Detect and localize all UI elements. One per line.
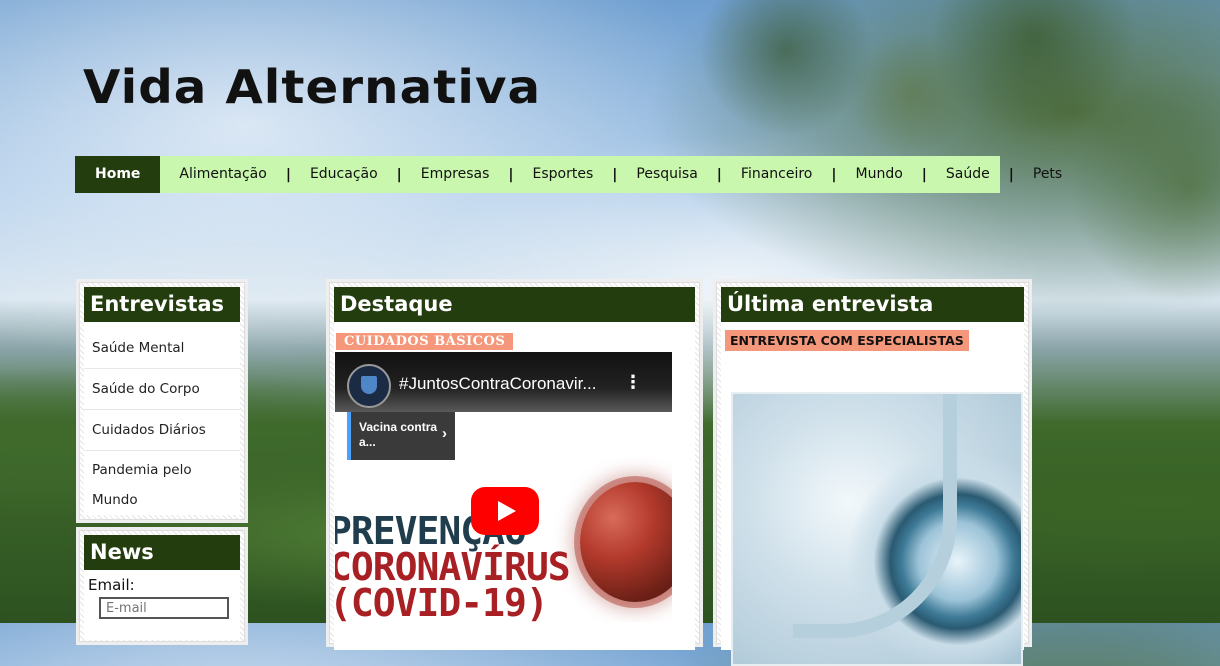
news-body: Email:	[84, 570, 240, 640]
nav-item-saude[interactable]: Saúde	[927, 156, 1009, 193]
ultima-entrevista-panel: Última entrevista ENTREVISTA COM ESPECIA…	[716, 282, 1029, 666]
destaque-tag: CUIDADOS BÁSICOS	[336, 333, 514, 350]
nav-item-empresas[interactable]: Empresas	[402, 156, 509, 193]
thumb-line-3: (COVID-19)	[335, 581, 549, 622]
email-field[interactable]	[99, 597, 229, 619]
site-title: Vida Alternativa	[83, 60, 542, 114]
link-cuidados-diarios[interactable]: Cuidados Diários	[84, 410, 240, 451]
destaque-title: Destaque	[334, 287, 695, 322]
entrevistas-list: Saúde Mental Saúde do Corpo Cuidados Diá…	[84, 322, 240, 515]
nav-item-pesquisa[interactable]: Pesquisa	[617, 156, 716, 193]
entrevistas-panel: Entrevistas Saúde Mental Saúde do Corpo …	[79, 282, 245, 520]
ultima-entrevista-title: Última entrevista	[721, 287, 1024, 322]
nav-item-pets[interactable]: Pets	[1014, 156, 1081, 193]
email-label: Email:	[88, 576, 135, 594]
nav-item-alimentacao[interactable]: Alimentação	[160, 156, 285, 193]
entrevistas-title: Entrevistas	[84, 287, 240, 322]
stethoscope-tube	[793, 394, 957, 638]
main-nav: Home Alimentação | Educação | Empresas |…	[75, 156, 1062, 193]
video-embed[interactable]: PREVENÇÃO CORONAVÍRUS (COVID-19) #Juntos…	[335, 352, 672, 622]
link-saude-mental[interactable]: Saúde Mental	[84, 328, 240, 369]
nav-item-home[interactable]: Home	[75, 156, 161, 193]
nav-item-mundo[interactable]: Mundo	[837, 156, 922, 193]
kebab-menu-icon[interactable]: ⋮	[624, 372, 642, 393]
nav-item-financeiro[interactable]: Financeiro	[722, 156, 831, 193]
virus-illustration	[580, 482, 672, 602]
video-top-bar: #JuntosContraCoronavir... ⋮	[335, 352, 672, 412]
news-panel: News Email:	[79, 530, 245, 642]
chevron-right-icon: ›	[442, 425, 447, 442]
play-button-icon[interactable]	[471, 487, 539, 535]
stethoscope-image[interactable]	[731, 392, 1023, 666]
ultima-entrevista-body: ENTREVISTA COM ESPECIALISTAS	[721, 322, 1024, 666]
link-pandemia-mundo[interactable]: Pandemia pelo Mundo	[84, 451, 240, 525]
ultima-entrevista-tag: ENTREVISTA COM ESPECIALISTAS	[725, 330, 969, 351]
nav-item-educacao[interactable]: Educação	[291, 156, 397, 193]
card-text: Vacina contra a...	[359, 420, 438, 449]
nav-item-esportes[interactable]: Esportes	[514, 156, 613, 193]
destaque-panel: Destaque CUIDADOS BÁSICOS PREVENÇÃO CORO…	[329, 282, 700, 650]
link-saude-corpo[interactable]: Saúde do Corpo	[84, 369, 240, 410]
channel-avatar[interactable]	[347, 364, 391, 408]
news-title: News	[84, 535, 240, 570]
suggestion-card[interactable]: Vacina contra a... ›	[347, 412, 455, 460]
video-title[interactable]: #JuntosContraCoronavir...	[399, 374, 619, 394]
